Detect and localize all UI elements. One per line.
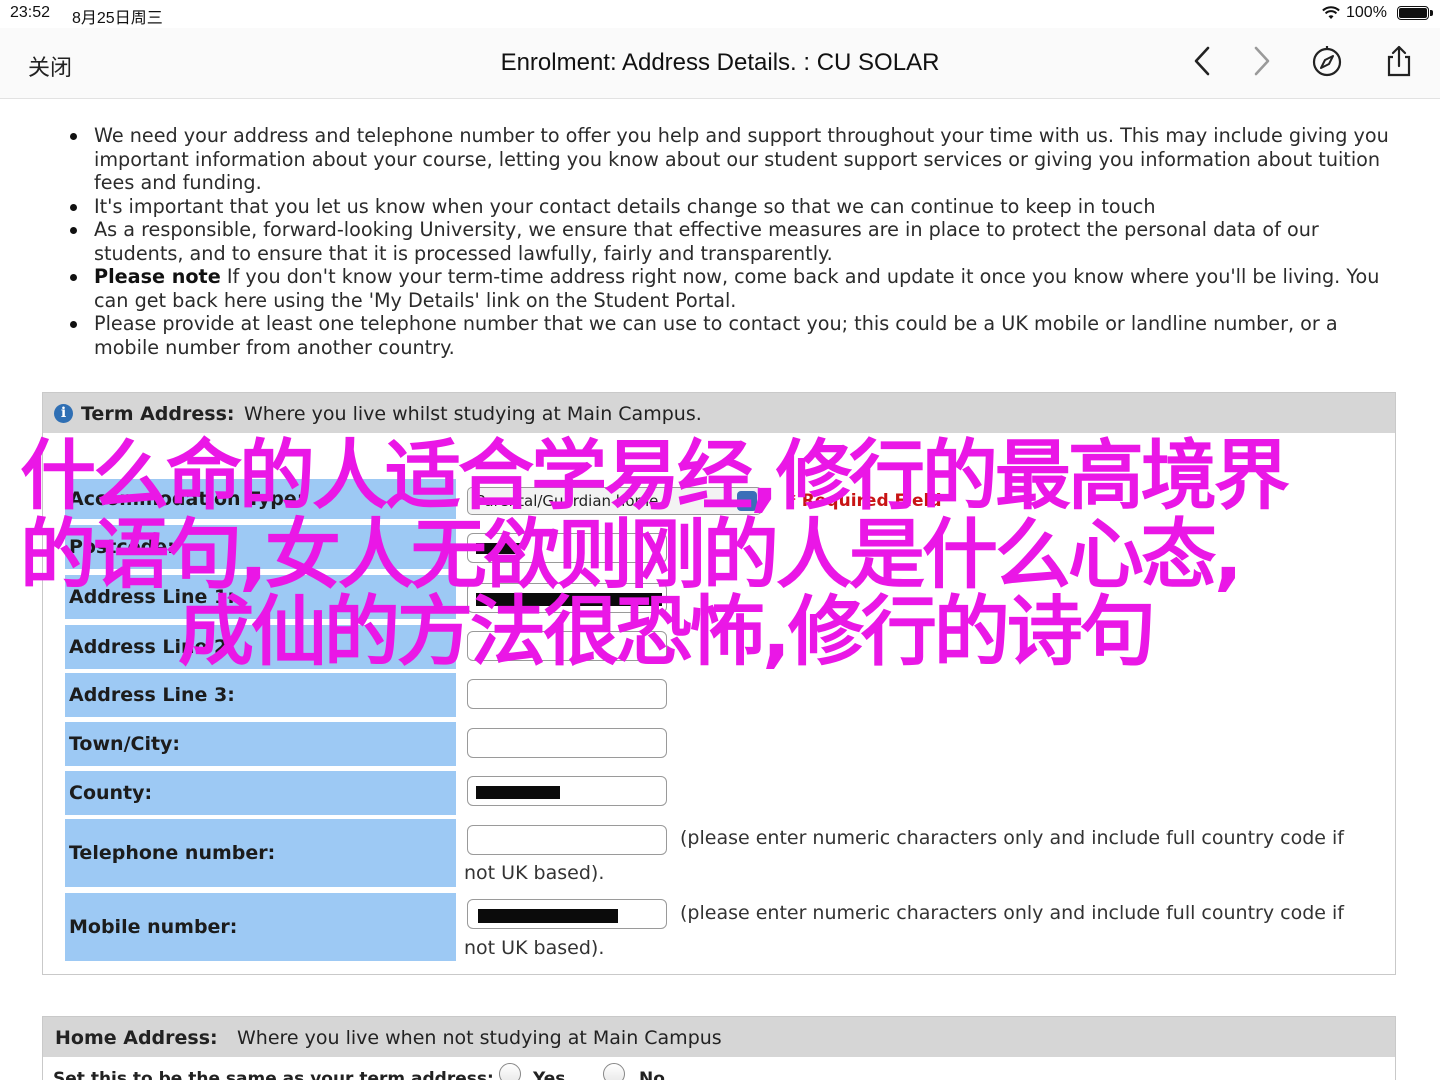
chevron-left-icon[interactable]	[1186, 44, 1220, 78]
home-address-title: Home Address:	[55, 1027, 218, 1049]
postcode-field[interactable]	[467, 533, 667, 563]
telephone-note-line-2: not UK based).	[464, 862, 605, 884]
term-address-title: Term Address:	[81, 403, 235, 425]
address-line-1-label-text: Address Line 1:	[69, 586, 235, 608]
page: 23:52 8月25日周三 100% 关闭 Enrolment: Address…	[0, 0, 1440, 1080]
battery-percent: 100%	[1346, 4, 1387, 21]
bullet-strong: Please note	[94, 265, 221, 288]
mobile-note-line-1: (please enter numeric characters only an…	[680, 902, 1344, 924]
address-line-1-label: Address Line 1:	[65, 575, 456, 619]
home-address-header: Home Address: Where you live when not st…	[43, 1017, 1395, 1057]
battery-level	[1399, 8, 1427, 18]
address-line-2-field[interactable]	[467, 631, 667, 661]
telephone-note-line-1: (please enter numeric characters only an…	[680, 827, 1344, 849]
battery-nub	[1430, 10, 1433, 16]
info-bullet-list: We need your address and telephone numbe…	[70, 124, 1404, 359]
address-line-3-label: Address Line 3:	[65, 673, 456, 717]
postcode-label-text: Postcode:	[69, 536, 175, 558]
mobile-number-label: Mobile number:	[65, 893, 456, 961]
bullet-text: It's important that you let us know when…	[94, 194, 1156, 218]
same-yes-label: Yes	[533, 1069, 566, 1080]
address-line-2-label-text: Address Line 2:	[69, 636, 235, 658]
browser-nav-bar: 关闭 Enrolment: Address Details. : CU SOLA…	[0, 28, 1440, 99]
accommodation-type-label-text: Accommodation Type:	[69, 488, 305, 510]
accommodation-type-select[interactable]: Parental/Guardian home	[467, 487, 762, 515]
same-no-label: No	[639, 1069, 665, 1080]
info-icon: i	[54, 404, 73, 423]
mobile-number-label-text: Mobile number:	[69, 916, 238, 938]
address-line-3-label-text: Address Line 3:	[69, 684, 235, 706]
bullet-text: If you don't know your term-time address…	[94, 265, 1380, 312]
home-address-description: Where you live when not studying at Main…	[237, 1027, 722, 1049]
telephone-number-label-text: Telephone number:	[69, 842, 276, 864]
postcode-label: Postcode:	[65, 525, 456, 569]
county-field[interactable]	[467, 776, 667, 806]
term-address-description: Where you live whilst studying at Main C…	[244, 403, 702, 425]
wifi-icon	[1322, 6, 1340, 19]
status-bar: 23:52 8月25日周三 100%	[0, 0, 1440, 28]
battery-icon	[1397, 6, 1433, 20]
same-as-term-label: Set this to be the same as your term add…	[53, 1069, 494, 1080]
same-yes-radio[interactable]	[499, 1063, 521, 1080]
bullet-text: We need your address and telephone numbe…	[94, 124, 1389, 194]
redacted-value	[476, 543, 520, 554]
term-address-header: i Term Address: Where you live whilst st…	[43, 393, 1395, 433]
same-no-radio[interactable]	[603, 1063, 625, 1080]
county-label: County:	[65, 771, 456, 815]
mobile-note-line-2: not UK based).	[464, 937, 605, 959]
bullet-text: As a responsible, forward-looking Univer…	[94, 218, 1319, 265]
address-line-2-label: Address Line 2:	[65, 625, 456, 669]
county-label-text: County:	[69, 782, 153, 804]
list-item: Please provide at least one telephone nu…	[70, 312, 1404, 359]
telephone-number-label: Telephone number:	[65, 819, 456, 887]
status-time: 23:52	[10, 4, 51, 21]
mobile-number-note: (please enter numeric characters only an…	[464, 896, 1364, 966]
redacted-value	[476, 786, 560, 799]
share-icon[interactable]	[1382, 44, 1416, 78]
status-date: 8月25日周三	[72, 10, 163, 27]
chevron-down-icon	[737, 491, 757, 511]
telephone-number-note: (please enter numeric characters only an…	[464, 821, 1364, 891]
chevron-right-icon[interactable]	[1244, 44, 1278, 78]
page-title: Enrolment: Address Details. : CU SOLAR	[500, 49, 940, 76]
bullet-text: Please provide at least one telephone nu…	[94, 312, 1338, 359]
redacted-value	[476, 593, 662, 606]
accommodation-type-label: Accommodation Type:	[65, 479, 456, 519]
list-item: It's important that you let us know when…	[70, 194, 1404, 219]
term-address-panel: i Term Address: Where you live whilst st…	[42, 392, 1396, 975]
home-address-panel: Home Address: Where you live when not st…	[42, 1016, 1396, 1080]
compass-icon[interactable]	[1310, 44, 1344, 78]
town-city-label-text: Town/City:	[69, 733, 181, 755]
accommodation-type-value: Parental/Guardian home	[476, 492, 659, 510]
address-line-3-field[interactable]	[467, 679, 667, 709]
list-item: As a responsible, forward-looking Univer…	[70, 218, 1404, 265]
town-city-field[interactable]	[467, 728, 667, 758]
address-line-1-field[interactable]	[467, 583, 667, 613]
list-item: Please note If you don't know your term-…	[70, 265, 1404, 312]
list-item: We need your address and telephone numbe…	[70, 124, 1404, 195]
town-city-label: Town/City:	[65, 722, 456, 766]
required-field-note: * Required Field	[787, 491, 942, 511]
